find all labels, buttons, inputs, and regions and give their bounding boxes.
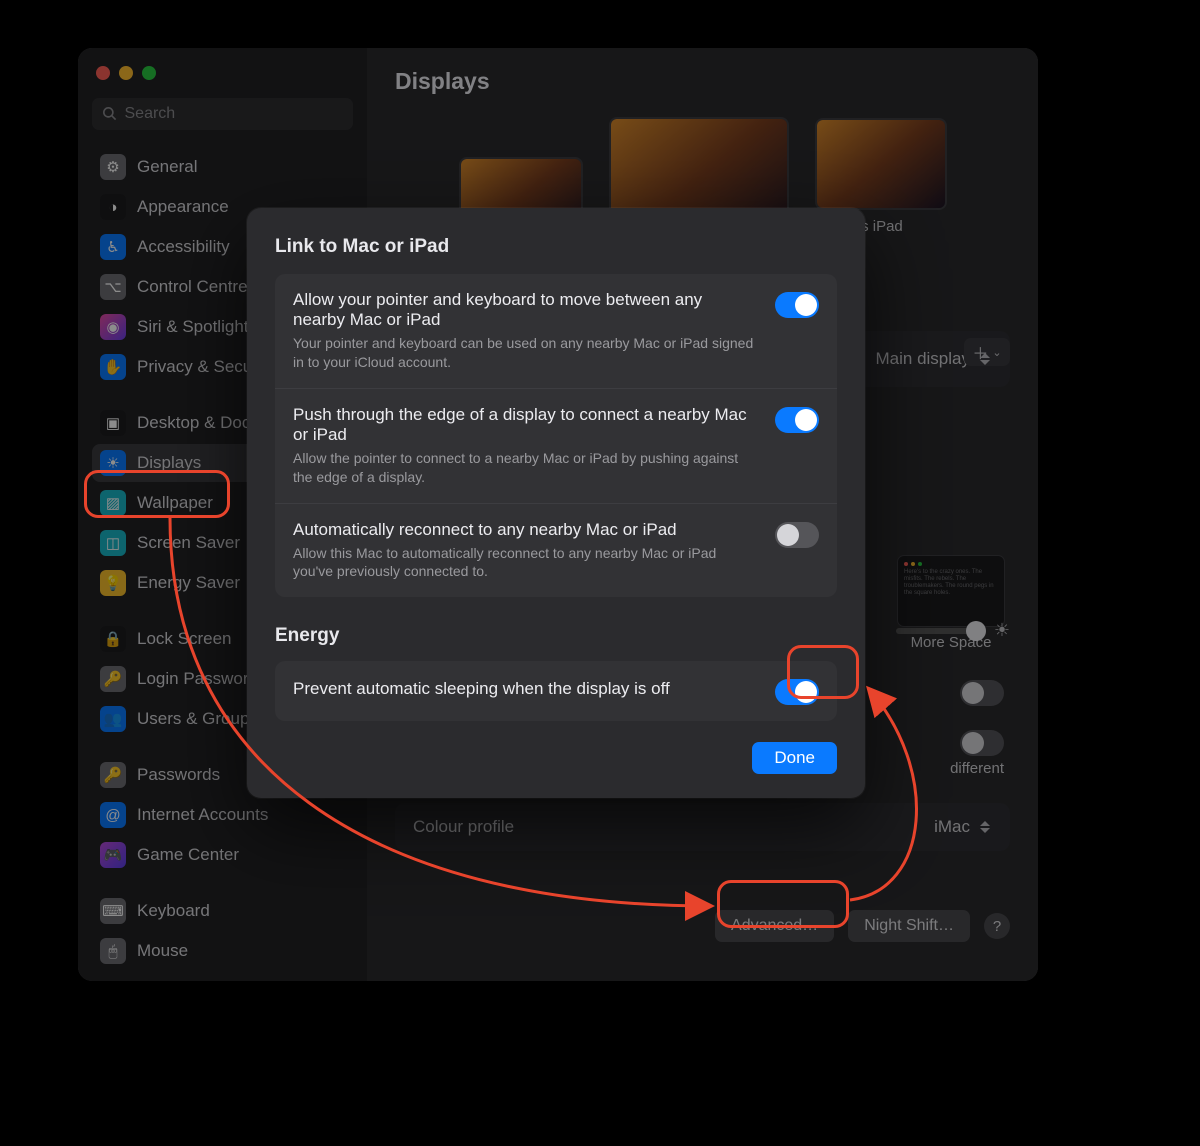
close-window-icon[interactable] [96, 66, 110, 80]
updown-icon [978, 350, 992, 368]
general-icon: ⚙︎ [100, 154, 126, 180]
sidebar-item-label: Game Center [137, 845, 239, 865]
advanced-button[interactable]: Advanced… [715, 910, 834, 942]
chevron-down-icon: ⌄ [992, 346, 1001, 359]
modal-section-title-2: Energy [275, 625, 837, 647]
brightness-high-icon: ☀︎ [994, 620, 1010, 641]
colour-profile-value: iMac [934, 817, 970, 837]
passwords-icon: 🔑 [100, 762, 126, 788]
zoom-window-icon[interactable] [142, 66, 156, 80]
keyboard-icon: ⌨︎ [100, 898, 126, 924]
link-row-toggle-0[interactable] [775, 292, 819, 318]
sidebar-item-label: Wallpaper [137, 493, 213, 513]
link-row-title: Allow your pointer and keyboard to move … [293, 290, 757, 330]
sidebar-item-game-center[interactable]: 🎮 Game Center [92, 836, 353, 874]
minimize-window-icon[interactable] [119, 66, 133, 80]
sidebar-item-label: Keyboard [137, 901, 210, 921]
sidebar-item-label: Accessibility [137, 237, 230, 257]
sidebar-item-label: Lock Screen [137, 629, 232, 649]
sidebar-item-mouse[interactable]: 🖱 Mouse [92, 932, 353, 970]
appearance-icon: ◑ [100, 194, 126, 220]
advanced-modal: Link to Mac or iPad Allow your pointer a… [247, 208, 865, 798]
wallpaper-icon: ▨ [100, 490, 126, 516]
prevent-sleep-row: Prevent automatic sleeping when the disp… [275, 661, 837, 721]
sidebar-item-label: Internet Accounts [137, 805, 268, 825]
resolution-preview: Here's to the crazy ones. The misfits. T… [898, 556, 1004, 626]
users-groups-icon: 👥 [100, 706, 126, 732]
link-row-0: Allow your pointer and keyboard to move … [275, 274, 837, 388]
link-row-toggle-1[interactable] [775, 407, 819, 433]
displays-icon: ☀︎ [100, 450, 126, 476]
link-row-2: Automatically reconnect to any nearby Ma… [275, 503, 837, 598]
use-as-value: Main display [876, 349, 971, 369]
sidebar-item-label: General [137, 157, 197, 177]
energy-settings-card: Prevent automatic sleeping when the disp… [275, 661, 837, 721]
sidebar-item-label: Displays [137, 453, 201, 473]
mouse-icon: 🖱 [100, 938, 126, 964]
done-button[interactable]: Done [752, 742, 837, 774]
sidebar-item-label: Energy Saver [137, 573, 240, 593]
link-row-title: Automatically reconnect to any nearby Ma… [293, 520, 757, 540]
link-row-1: Push through the edge of a display to co… [275, 388, 837, 503]
night-shift-button[interactable]: Night Shift… [848, 910, 970, 942]
sidebar-item-label: Users & Groups [137, 709, 258, 729]
lock-screen-icon: 🔒 [100, 626, 126, 652]
help-button[interactable]: ? [984, 913, 1010, 939]
footer-buttons: Advanced… Night Shift… ? [715, 910, 1010, 942]
link-settings-card: Allow your pointer and keyboard to move … [275, 274, 837, 597]
updown-icon [978, 818, 992, 836]
different-label: different [950, 760, 1004, 777]
sidebar-search[interactable] [92, 98, 353, 130]
setting-toggle-1[interactable] [960, 680, 1004, 706]
brightness-slider-row: ☀︎ [896, 620, 1010, 641]
link-row-title: Push through the edge of a display to co… [293, 405, 757, 445]
link-row-sub: Your pointer and keyboard can be used on… [293, 334, 757, 372]
sidebar-item-label: Appearance [137, 197, 229, 217]
sidebar-item-label: Screen Saver [137, 533, 240, 553]
sidebar-item-label: Passwords [137, 765, 220, 785]
sidebar-item-keyboard[interactable]: ⌨︎ Keyboard [92, 892, 353, 930]
colour-profile-label: Colour profile [413, 817, 514, 837]
sidebar-item-general[interactable]: ⚙︎ General [92, 148, 353, 186]
sidebar-item-label: Desktop & Dock [137, 413, 259, 433]
search-input[interactable] [125, 105, 344, 123]
internet-accounts-icon: @ [100, 802, 126, 828]
desktop-dock-icon: ▣ [100, 410, 126, 436]
page-title: Displays [395, 68, 1010, 95]
prevent-sleep-toggle[interactable] [775, 679, 819, 705]
siri-spotlight-icon: ◉ [100, 314, 126, 340]
sidebar-item-label: Login Password [137, 669, 258, 689]
prevent-sleep-title: Prevent automatic sleeping when the disp… [293, 679, 757, 699]
link-row-sub: Allow the pointer to connect to a nearby… [293, 449, 757, 487]
sidebar-item-label: Siri & Spotlight [137, 317, 249, 337]
display-thumb-3[interactable] [817, 120, 945, 208]
control-centre-icon: ⌥ [100, 274, 126, 300]
sidebar-item-label: Mouse [137, 941, 188, 961]
colour-profile-row[interactable]: Colour profile iMac [395, 803, 1010, 851]
sidebar-item-internet-accounts[interactable]: @ Internet Accounts [92, 796, 353, 834]
link-row-toggle-2[interactable] [775, 522, 819, 548]
privacy-security-icon: ✋ [100, 354, 126, 380]
brightness-slider[interactable] [896, 628, 982, 634]
energy-saver-icon: 💡 [100, 570, 126, 596]
accessibility-icon: ♿︎ [100, 234, 126, 260]
search-icon [102, 106, 117, 122]
modal-section-title-1: Link to Mac or iPad [275, 236, 837, 258]
window-controls [92, 62, 353, 94]
game-center-icon: 🎮 [100, 842, 126, 868]
login-password-icon: 🔑 [100, 666, 126, 692]
setting-toggle-2[interactable] [960, 730, 1004, 756]
screen-saver-icon: ◫ [100, 530, 126, 556]
link-row-sub: Allow this Mac to automatically reconnec… [293, 544, 757, 582]
sidebar-item-label: Control Centre [137, 277, 248, 297]
